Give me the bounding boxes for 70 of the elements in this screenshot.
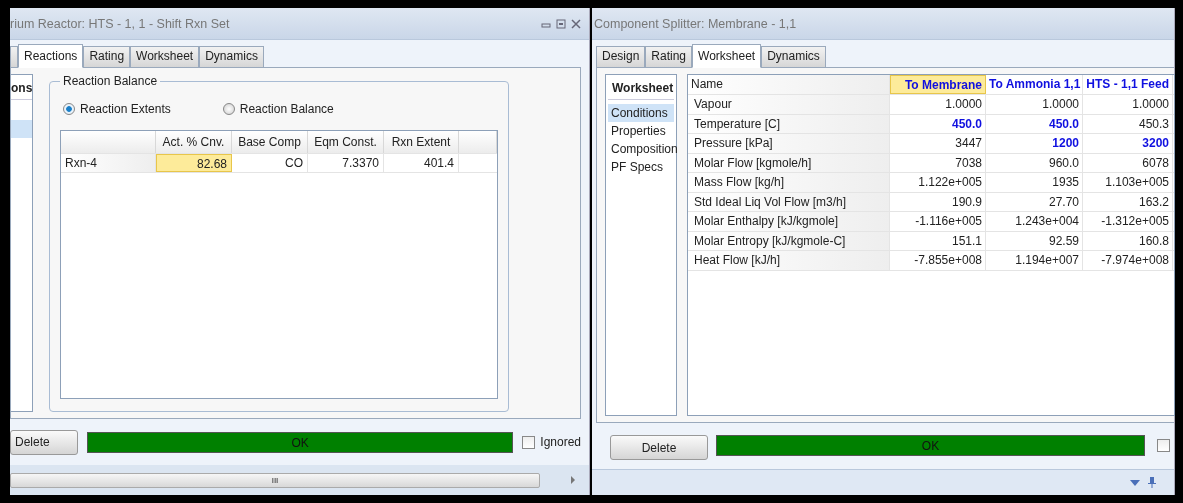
table-cell[interactable]: 1200: [986, 134, 1083, 153]
radio-option[interactable]: Reaction Extents: [63, 102, 171, 116]
sidebar-heading: Worksheet: [608, 79, 674, 100]
tab[interactable]: Rating: [83, 46, 131, 67]
status-bar: OK: [716, 435, 1145, 456]
column-header: Act. % Cnv.: [156, 131, 232, 153]
table-cell[interactable]: -7.974e+008: [1083, 251, 1173, 270]
table-cell[interactable]: 1.0000: [986, 95, 1083, 114]
ignored-checkbox[interactable]: Ignored: [522, 435, 581, 449]
delete-button[interactable]: Delete: [10, 429, 78, 455]
column-header: Name: [688, 75, 890, 94]
pin-icon[interactable]: [1148, 477, 1156, 488]
table-cell[interactable]: 160.8: [1083, 231, 1173, 250]
table-cell[interactable]: 1.0000: [1083, 95, 1173, 114]
tab[interactable]: Dynamics: [761, 46, 826, 67]
table-cell[interactable]: 450.0: [986, 114, 1083, 133]
restore-icon[interactable]: [556, 18, 566, 29]
group-title: Reaction Balance: [62, 74, 159, 88]
tab[interactable]: Reactions: [18, 44, 84, 68]
dropdown-icon[interactable]: [1130, 479, 1140, 486]
column-header: Rxn Extent: [384, 131, 459, 153]
column-header: Base Comp: [232, 131, 308, 153]
radio-icon[interactable]: [222, 103, 235, 115]
table-cell[interactable]: 3447: [890, 134, 986, 153]
table-cell[interactable]: 1935: [986, 173, 1083, 192]
window-title: rium Reactor: HTS - 1, 1 - Shift Rxn Set: [10, 16, 231, 31]
table-cell[interactable]: 92.59: [986, 231, 1083, 250]
table-cell[interactable]: 450.0: [890, 114, 986, 133]
tab[interactable]: [10, 46, 18, 67]
tab[interactable]: Dynamics: [199, 46, 264, 67]
table-cell[interactable]: 82.68: [156, 154, 232, 172]
delete-button[interactable]: Delete: [610, 435, 708, 460]
table-cell[interactable]: 1.243e+004: [986, 212, 1083, 231]
table-cell[interactable]: 1.0000: [890, 95, 986, 114]
sidebar-item[interactable]: Conditions: [608, 104, 674, 122]
checkbox-icon[interactable]: [1157, 439, 1170, 452]
radio-option[interactable]: Reaction Balance: [222, 102, 334, 116]
table-cell[interactable]: 1.103e+005: [1083, 173, 1173, 192]
sidebar-heading: ons: [11, 79, 32, 100]
close-icon[interactable]: [571, 18, 581, 29]
table-cell[interactable]: 7038: [890, 153, 986, 172]
table-cell[interactable]: -1.312e+005: [1083, 212, 1173, 231]
tab[interactable]: Rating: [645, 46, 693, 67]
table-cell[interactable]: 1.122e+005: [890, 173, 986, 192]
table-cell[interactable]: -7.855e+008: [890, 251, 986, 270]
sidebar-item[interactable]: Properties: [608, 122, 674, 140]
table-cell[interactable]: 1.194e+007: [986, 251, 1083, 270]
scrollbar-thumb[interactable]: III: [10, 472, 540, 488]
table-cell[interactable]: 3200: [1083, 134, 1173, 153]
column-header[interactable]: To Ammonia 1,1: [986, 75, 1083, 94]
tab[interactable]: Design: [596, 46, 646, 67]
table-cell[interactable]: -1.116e+005: [890, 212, 986, 231]
column-header: Eqm Const.: [308, 131, 384, 153]
sidebar-item[interactable]: PF Specs: [608, 158, 674, 176]
table-cell[interactable]: 163.2: [1083, 192, 1173, 211]
table-cell[interactable]: 6078: [1083, 153, 1173, 172]
radio-icon[interactable]: [63, 103, 75, 115]
tab[interactable]: Worksheet: [692, 44, 762, 68]
table-cell[interactable]: 960.0: [986, 153, 1083, 172]
scroll-right-icon[interactable]: [570, 476, 576, 484]
tab[interactable]: Worksheet: [130, 46, 200, 67]
table-cell[interactable]: 450.3: [1083, 114, 1173, 133]
checkbox-icon[interactable]: [522, 435, 536, 449]
status-bar: OK: [87, 431, 514, 453]
checkbox-label: Ignored: [540, 435, 581, 449]
window-title: Component Splitter: Membrane - 1,1: [594, 16, 798, 31]
column-header[interactable]: To Membrane: [890, 75, 986, 94]
table-cell[interactable]: 27.70: [986, 192, 1083, 211]
table-cell[interactable]: 151.1: [890, 231, 986, 250]
table-cell[interactable]: 190.9: [890, 192, 986, 211]
